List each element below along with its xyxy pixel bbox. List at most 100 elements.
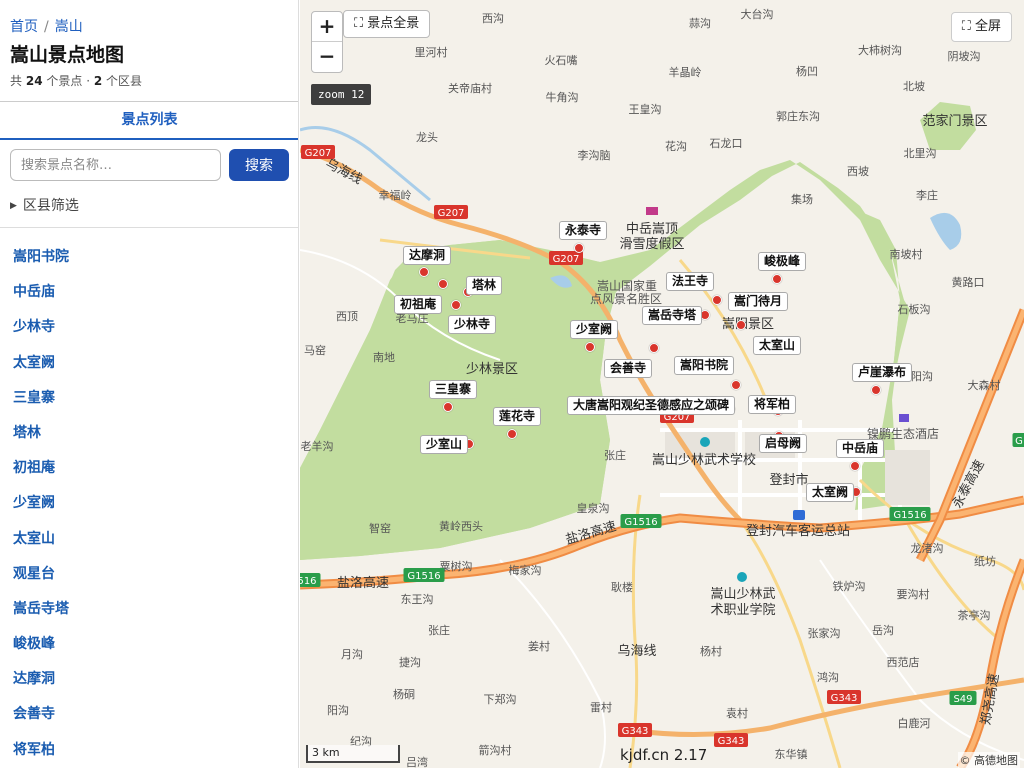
- place-label: 登封汽车客运总站: [746, 523, 850, 539]
- pin-dot[interactable]: [772, 274, 782, 284]
- pin-dot[interactable]: [507, 429, 517, 439]
- road-shield: G207: [434, 205, 468, 219]
- watermark: kjdf.cn 2.17: [620, 746, 708, 764]
- place-label: 嵩山少林武术学校: [652, 452, 756, 468]
- sidebar: 首页 / 嵩山 嵩山景点地图 共 24 个景点 · 2 个区县 景点列表 搜索 ▶ 区…: [0, 0, 299, 768]
- search-input[interactable]: [10, 149, 221, 181]
- spot-list-item[interactable]: 观星台: [0, 557, 298, 592]
- spot-list-item[interactable]: 三皇寨: [0, 381, 298, 416]
- marker-label[interactable]: 嵩门待月: [727, 292, 789, 311]
- road-shield-label: G207: [438, 208, 465, 219]
- marker-label[interactable]: 莲花寺: [492, 407, 542, 426]
- road-shield: G207: [549, 251, 583, 265]
- marker-label[interactable]: 少室山: [419, 435, 469, 454]
- road-shield: G1516: [403, 568, 445, 582]
- place-label: 龙渚沟: [911, 542, 944, 555]
- marker-label[interactable]: 太室山: [752, 336, 802, 355]
- place-label: 大森村: [968, 378, 1001, 392]
- pin-dot[interactable]: [850, 461, 860, 471]
- spot-list-item[interactable]: 中岳庙: [0, 275, 298, 310]
- marker-label[interactable]: 少林寺: [447, 315, 497, 334]
- spot-list-item[interactable]: 初祖庵: [0, 451, 298, 486]
- place-label: 东华镇: [775, 747, 808, 761]
- marker-label[interactable]: 峻极峰: [757, 252, 807, 271]
- pin-dot[interactable]: [574, 243, 584, 253]
- place-label: 月沟: [341, 648, 363, 661]
- place-label: 牛角沟: [546, 90, 579, 104]
- spot-list-item[interactable]: 达摩洞: [0, 662, 298, 697]
- fullscreen-button[interactable]: ⛶ 全屏: [950, 12, 1012, 42]
- breadcrumb: 首页 / 嵩山: [10, 16, 83, 36]
- spot-list-item[interactable]: 少室阙: [0, 486, 298, 521]
- breadcrumb-current-link[interactable]: 嵩山: [55, 19, 83, 35]
- road-shield-label: S49: [953, 694, 972, 705]
- zoom-out-button[interactable]: −: [312, 42, 342, 72]
- district-filter-toggle[interactable]: ▶ 区县筛选: [10, 195, 79, 215]
- marker-label[interactable]: 初祖庵: [393, 295, 443, 314]
- place-label: 杨村: [700, 644, 722, 658]
- place-label: 张庄: [604, 448, 626, 462]
- spot-unit: 个景点 ·: [46, 74, 91, 88]
- spot-list-item[interactable]: 嵩阳书院: [0, 240, 298, 275]
- breadcrumb-home-link[interactable]: 首页: [10, 19, 38, 35]
- place-label: 姜村: [528, 639, 550, 653]
- spot-list-item[interactable]: 会善寺: [0, 697, 298, 732]
- pin-dot[interactable]: [443, 402, 453, 412]
- marker-label[interactable]: 会善寺: [603, 359, 653, 378]
- marker-label[interactable]: 嵩阳书院: [673, 356, 735, 375]
- marker-label[interactable]: 永泰寺: [558, 221, 608, 240]
- pin-dot[interactable]: [585, 342, 595, 352]
- pin-dot[interactable]: [451, 300, 461, 310]
- pin-dot[interactable]: [438, 279, 448, 289]
- spot-list-item[interactable]: 嵩岳寺塔: [0, 592, 298, 627]
- marker-label[interactable]: 少室阙: [569, 320, 619, 339]
- zoom-in-button[interactable]: +: [312, 12, 342, 42]
- marker-label[interactable]: 嵩岳寺塔: [641, 306, 703, 325]
- spot-list-item[interactable]: 塔林: [0, 416, 298, 451]
- marker-label[interactable]: 太室阙: [805, 483, 855, 502]
- marker-label[interactable]: 启母阙: [758, 434, 808, 453]
- pin-dot[interactable]: [712, 295, 722, 305]
- place-label: 李庄: [916, 188, 938, 202]
- place-label: 花沟: [665, 140, 687, 153]
- pin-dot[interactable]: [731, 380, 741, 390]
- place-label: 王皇沟: [629, 102, 662, 116]
- road-shield-label: G1516: [893, 510, 926, 521]
- marker-label[interactable]: 法王寺: [665, 272, 715, 291]
- marker-label[interactable]: 卢崖瀑布: [851, 363, 913, 382]
- road-shield-label: G: [1015, 436, 1023, 447]
- marker-label[interactable]: 大唐嵩阳观纪圣德感应之颂碑: [566, 396, 736, 415]
- place-label: 黄岭西头: [439, 519, 483, 533]
- marker-label[interactable]: 塔林: [465, 276, 503, 295]
- zoom-control: + −: [311, 11, 343, 73]
- spot-list-item[interactable]: 将军柏: [0, 733, 298, 768]
- marker-label[interactable]: 中岳庙: [835, 439, 885, 458]
- pin-dot[interactable]: [736, 320, 746, 330]
- scale-bar: 3 km: [306, 745, 400, 763]
- district-unit: 个区县: [106, 74, 143, 88]
- place-label: 杨凹: [796, 64, 818, 78]
- spot-list-item[interactable]: 少林寺: [0, 310, 298, 345]
- place-label: 鸿沟: [817, 670, 839, 684]
- place-label: 术职业学院: [710, 602, 775, 618]
- place-label: 皇泉沟: [577, 501, 610, 515]
- pin-dot[interactable]: [871, 385, 881, 395]
- tab-spot-list[interactable]: 景点列表: [0, 102, 298, 140]
- spot-list-item[interactable]: 太室阙: [0, 346, 298, 381]
- spot-summary: 共 24 个景点 · 2 个区县: [10, 72, 142, 89]
- marker-label[interactable]: 达摩洞: [402, 246, 452, 265]
- marker-label[interactable]: 将军柏: [747, 395, 797, 414]
- spot-list-item[interactable]: 峻极峰: [0, 627, 298, 662]
- place-label: 白鹿河: [898, 716, 931, 730]
- pin-dot[interactable]: [649, 343, 659, 353]
- map-view[interactable]: 乌海线盐洛高速盐洛高速永泰高速郑尧高速 杨家沟西沟大台沟蒜沟里河村火石嘴大柿树沟…: [300, 0, 1024, 768]
- marker-label[interactable]: 三皇寨: [428, 380, 478, 399]
- spot-list-item[interactable]: 太室山: [0, 522, 298, 557]
- search-button[interactable]: 搜索: [229, 149, 289, 181]
- place-label: 箭沟村: [479, 743, 512, 757]
- place-label: 智窑: [369, 521, 391, 535]
- pin-dot[interactable]: [419, 267, 429, 277]
- overview-button[interactable]: ⛶ 景点全景: [343, 10, 431, 38]
- place-label: 羊晶岭: [669, 65, 702, 79]
- road-shield: G1516: [620, 514, 662, 528]
